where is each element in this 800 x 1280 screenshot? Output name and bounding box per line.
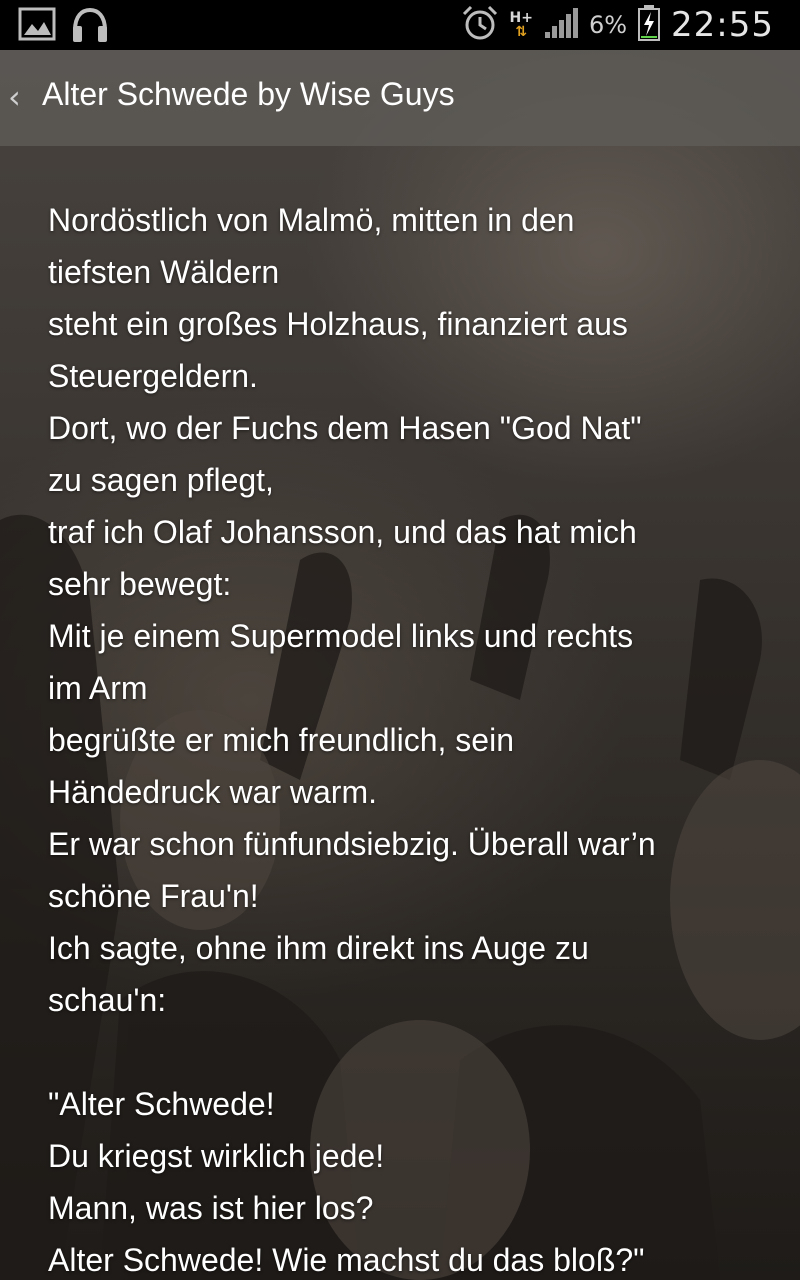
clock: 22:55 <box>671 5 774 45</box>
lyrics-line: traf ich Olaf Johansson, und das hat mic… <box>48 514 637 550</box>
lyrics-line: Nordöstlich von Malmö, mitten in den <box>48 202 575 238</box>
signal-icon <box>543 6 579 44</box>
page-title[interactable]: Alter Schwede by Wise Guys <box>42 76 455 113</box>
lyrics-line: Dort, wo der Fuchs dem Hasen "God Nat" <box>48 410 642 446</box>
lyrics-line: schau'n: <box>48 982 167 1018</box>
lyrics-line: Du kriegst wirklich jede! <box>48 1138 385 1174</box>
picture-icon <box>18 6 56 48</box>
back-icon[interactable]: ‹ <box>8 80 28 114</box>
lyrics-line: "Alter Schwede! <box>48 1086 275 1122</box>
lyrics-line: Händedruck war warm. <box>48 774 377 810</box>
lyrics-line: Mann, was ist hier los? <box>48 1190 374 1226</box>
lyrics-line: Alter Schwede! Wie machst du das bloß?" <box>48 1242 645 1278</box>
network-type: H+ ⇅ <box>509 10 533 40</box>
action-bar: ‹ Alter Schwede by Wise Guys <box>0 50 800 146</box>
lyrics-line: schöne Frau'n! <box>48 878 259 914</box>
alarm-icon <box>461 4 499 46</box>
battery-charging-icon <box>637 4 661 46</box>
status-bar: H+ ⇅ 6% 22:55 <box>0 0 800 50</box>
battery-percent: 6% <box>588 11 628 39</box>
lyrics-line: Steuergeldern. <box>48 358 258 394</box>
lyrics-line: Er war schon fünfundsiebzig. Überall war… <box>48 826 656 862</box>
headphones-icon <box>70 6 110 48</box>
lyrics-line: sehr bewegt: <box>48 566 232 602</box>
lyrics-line-blank <box>48 1026 768 1078</box>
lyrics-line: Mit je einem Supermodel links und rechts <box>48 618 634 654</box>
lyrics-line: steht ein großes Holzhaus, finanziert au… <box>48 306 628 342</box>
lyrics-line: im Arm <box>48 670 148 706</box>
lyrics-line: begrüßte er mich freundlich, sein <box>48 722 514 758</box>
lyrics-line: tiefsten Wäldern <box>48 254 280 290</box>
lyrics-line: zu sagen pflegt, <box>48 462 274 498</box>
lyrics-line: Ich sagte, ohne ihm direkt ins Auge zu <box>48 930 589 966</box>
lyrics-text: Nordöstlich von Malmö, mitten in den tie… <box>48 194 768 1280</box>
